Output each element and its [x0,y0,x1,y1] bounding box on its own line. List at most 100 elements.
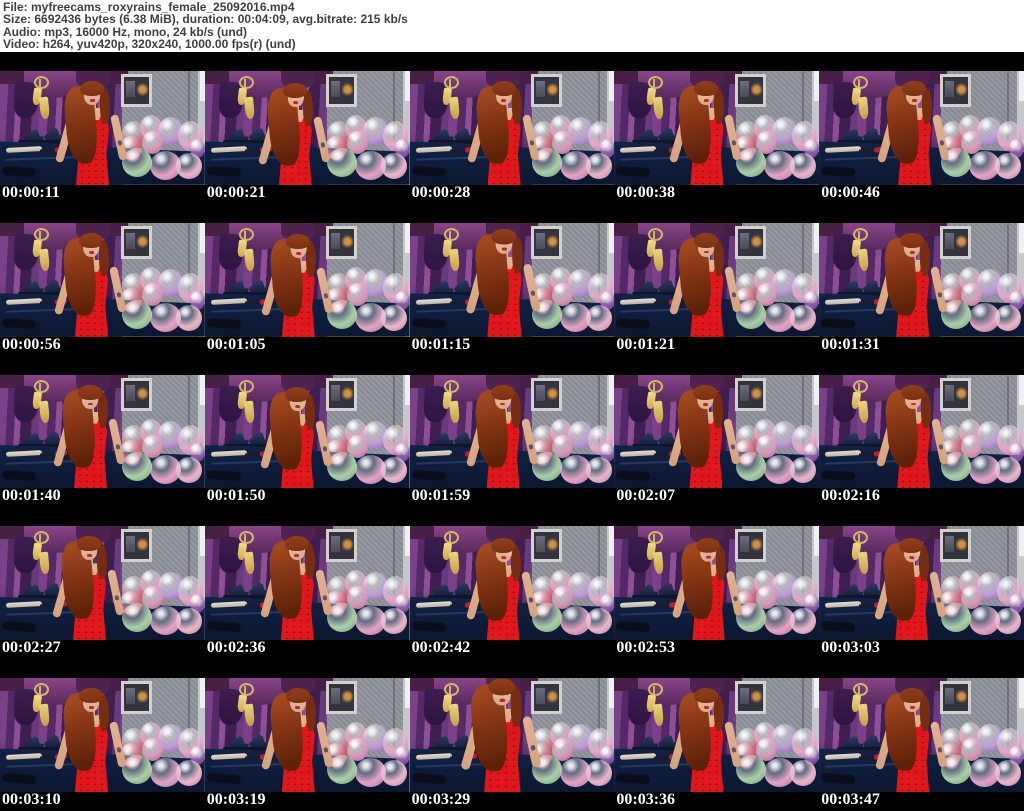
person-figure [671,538,749,641]
person-figure [259,536,339,641]
hair-crown [285,688,310,704]
forearm-tattoo [529,140,534,146]
video-frame-thumbnail [0,526,205,641]
thumbnail-cell: 00:03:10 [0,659,205,811]
thumbnail-cell: 00:02:16 [819,355,1024,508]
frame-timestamp: 00:03:47 [821,790,880,808]
person-right-arm [931,417,949,465]
balloon [380,760,407,787]
video-frame-thumbnail [614,222,820,337]
person-figure [464,228,547,337]
person-right-arm [315,266,334,314]
frame-timestamp: 00:02:07 [616,487,676,505]
person-lips [703,250,709,254]
person-right-arm [315,721,334,769]
balloon [380,456,407,483]
person-lips [88,706,94,709]
person-right-arm [726,570,744,617]
frame-timestamp: 00:03:03 [821,639,880,657]
forearm-tattoo [528,443,533,450]
frame-timestamp: 00:03:10 [2,790,61,808]
forearm-tattoo [116,291,122,298]
hair-crown [79,232,103,248]
balloon [176,153,202,179]
hair-strand [716,545,727,581]
person-figure [466,81,546,185]
hair-crown [284,536,309,552]
thumbnail-cell: 00:02:53 [614,507,820,660]
video-info-line: Video: h264, yuv420p, 320x240, 1000.00 f… [3,37,296,52]
thumbnail-cell: 00:01:40 [0,355,205,508]
person-lips [500,402,506,406]
video-frame-thumbnail [819,678,1024,792]
video-frame-thumbnail [819,374,1024,489]
forearm-tattoo [116,747,122,753]
frame-timestamp: 00:00:21 [206,183,266,201]
file-size-line: Size: 6692436 bytes (6.38 MiB), duration… [3,12,408,27]
forearm-tattoo [939,140,945,146]
person-right-arm [110,114,128,161]
person-right-arm [932,114,950,161]
thumbnail-cell: 00:03:03 [819,507,1024,660]
person-figure [260,688,340,792]
video-frame-thumbnail [0,222,205,337]
thumbnail-cell: 00:00:46 [819,52,1024,204]
video-frame-thumbnail [0,374,205,489]
person-right-arm [108,417,126,465]
person-right-arm [930,721,948,769]
person-right-arm [724,114,742,161]
person-lips [294,554,300,557]
frame-timestamp: 00:01:15 [411,335,471,353]
person-figure [874,232,954,337]
hair-crown [900,232,925,248]
person-figure [668,232,748,337]
frame-timestamp: 00:02:53 [616,639,676,657]
frame-timestamp: 00:03:36 [616,790,676,808]
person-figure [668,688,748,792]
person-right-arm [521,715,542,769]
balloon [380,608,407,635]
thumbnail-cell: 00:00:11 [0,52,205,204]
thumbnail-cell: 00:00:28 [409,52,615,204]
thumbnail-cell: 00:03:36 [614,659,820,811]
dark-object [1,469,37,481]
video-frame-thumbnail [614,526,820,641]
hair-crown [487,678,515,696]
balloon [176,456,202,483]
thumbnail-cell: 00:01:15 [409,203,615,356]
hair-crown [284,386,309,402]
hair-crown [693,384,718,400]
person-right-arm [723,417,741,465]
wall-bright-sliver [1018,374,1024,405]
balloon [585,304,612,331]
contact-sheet: File: myfreecams_roxyrains_female_250920… [0,0,1024,811]
thumbnail-cell: 00:01:31 [819,203,1024,356]
video-frame-thumbnail [0,678,205,792]
person-lips [703,98,709,102]
dark-object [411,469,446,481]
person-lips [292,100,298,104]
video-frame-thumbnail [614,678,820,792]
person-right-arm [520,417,539,465]
forearm-tattoo [938,443,944,450]
forearm-tattoo [528,597,533,604]
frame-timestamp: 00:01:21 [616,335,676,353]
hair-crown [77,536,101,552]
thumbnail-cell: 00:00:56 [0,203,205,356]
frame-timestamp: 00:02:42 [411,639,471,657]
person-figure [54,81,134,185]
forearm-tattoo [323,747,329,753]
balloon [995,304,1022,331]
thumbnail-cell: 00:01:59 [409,355,615,508]
tassel-loop [853,379,869,393]
frame-timestamp: 00:01:40 [2,487,61,505]
frame-timestamp: 00:02:16 [821,487,880,505]
thumbnail-cell: 00:00:38 [614,52,820,204]
balloon [790,304,817,331]
person-figure [465,538,545,641]
person-lips [909,706,915,709]
frame-timestamp: 00:02:36 [206,639,266,657]
hair-crown [901,384,926,400]
person-right-arm [724,265,742,313]
person-right-arm [929,571,947,619]
